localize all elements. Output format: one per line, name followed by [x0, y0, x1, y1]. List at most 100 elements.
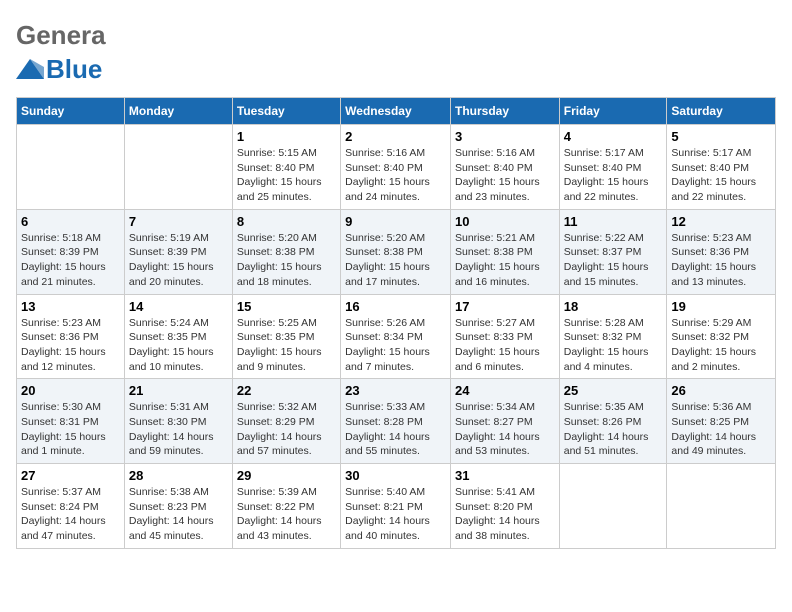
day-info: Sunrise: 5:16 AM Sunset: 8:40 PM Dayligh…: [345, 146, 446, 205]
day-number: 1: [237, 129, 336, 144]
day-info: Sunrise: 5:20 AM Sunset: 8:38 PM Dayligh…: [345, 231, 446, 290]
svg-text:General: General: [16, 20, 106, 50]
calendar-cell: 11 Sunrise: 5:22 AM Sunset: 8:37 PM Dayli…: [559, 209, 667, 294]
calendar-week-2: 6 Sunrise: 5:18 AM Sunset: 8:39 PM Daylig…: [17, 209, 776, 294]
day-number: 7: [129, 214, 228, 229]
calendar-week-3: 13Sunrise: 5:23 AM Sunset: 8:36 PM Dayli…: [17, 294, 776, 379]
day-number: 10: [455, 214, 555, 229]
calendar-cell: 10 Sunrise: 5:21 AM Sunset: 8:38 PM Dayli…: [450, 209, 559, 294]
calendar-cell: 24 Sunrise: 5:34 AM Sunset: 8:27 PM Dayli…: [450, 379, 559, 464]
calendar-cell: 22 Sunrise: 5:32 AM Sunset: 8:29 PM Dayli…: [232, 379, 340, 464]
calendar-cell: 3 Sunrise: 5:16 AM Sunset: 8:40 PM Daylig…: [450, 125, 559, 210]
day-info: Sunrise: 5:16 AM Sunset: 8:40 PM Dayligh…: [455, 146, 555, 205]
day-number: 31: [455, 468, 555, 483]
weekday-header-tuesday: Tuesday: [232, 98, 340, 125]
day-number: 11: [564, 214, 663, 229]
day-number: 3: [455, 129, 555, 144]
calendar-cell: 20 Sunrise: 5:30 AM Sunset: 8:31 PM Dayli…: [17, 379, 125, 464]
day-info: Sunrise: 5:41 AM Sunset: 8:20 PM Dayligh…: [455, 485, 555, 544]
weekday-header-friday: Friday: [559, 98, 667, 125]
calendar-cell: 13Sunrise: 5:23 AM Sunset: 8:36 PM Dayli…: [17, 294, 125, 379]
day-info: Sunrise: 5:24 AM Sunset: 8:35 PM Dayligh…: [129, 316, 228, 375]
day-number: 4: [564, 129, 663, 144]
calendar-cell: 8 Sunrise: 5:20 AM Sunset: 8:38 PM Daylig…: [232, 209, 340, 294]
day-number: 6: [21, 214, 120, 229]
day-info: Sunrise: 5:17 AM Sunset: 8:40 PM Dayligh…: [564, 146, 663, 205]
day-info: Sunrise: 5:27 AM Sunset: 8:33 PM Dayligh…: [455, 316, 555, 375]
day-info: Sunrise: 5:19 AM Sunset: 8:39 PM Dayligh…: [129, 231, 228, 290]
day-number: 21: [129, 383, 228, 398]
day-info: Sunrise: 5:15 AM Sunset: 8:40 PM Dayligh…: [237, 146, 336, 205]
day-info: Sunrise: 5:34 AM Sunset: 8:27 PM Dayligh…: [455, 400, 555, 459]
calendar-cell: 23 Sunrise: 5:33 AM Sunset: 8:28 PM Dayli…: [341, 379, 451, 464]
day-number: 8: [237, 214, 336, 229]
calendar-cell: [124, 125, 232, 210]
calendar-table: SundayMondayTuesdayWednesdayThursdayFrid…: [16, 97, 776, 549]
day-number: 19: [671, 299, 771, 314]
calendar-week-1: 1 Sunrise: 5:15 AM Sunset: 8:40 PM Daylig…: [17, 125, 776, 210]
day-number: 12: [671, 214, 771, 229]
calendar-cell: 21 Sunrise: 5:31 AM Sunset: 8:30 PM Dayli…: [124, 379, 232, 464]
day-number: 18: [564, 299, 663, 314]
day-number: 16: [345, 299, 446, 314]
day-info: Sunrise: 5:30 AM Sunset: 8:31 PM Dayligh…: [21, 400, 120, 459]
calendar-cell: 2Sunrise: 5:16 AM Sunset: 8:40 PM Daylig…: [341, 125, 451, 210]
calendar-cell: 30 Sunrise: 5:40 AM Sunset: 8:21 PM Dayli…: [341, 464, 451, 549]
day-number: 5: [671, 129, 771, 144]
day-info: Sunrise: 5:31 AM Sunset: 8:30 PM Dayligh…: [129, 400, 228, 459]
calendar-cell: 9Sunrise: 5:20 AM Sunset: 8:38 PM Daylig…: [341, 209, 451, 294]
day-info: Sunrise: 5:39 AM Sunset: 8:22 PM Dayligh…: [237, 485, 336, 544]
weekday-header-wednesday: Wednesday: [341, 98, 451, 125]
day-number: 30: [345, 468, 446, 483]
day-info: Sunrise: 5:38 AM Sunset: 8:23 PM Dayligh…: [129, 485, 228, 544]
day-number: 20: [21, 383, 120, 398]
day-info: Sunrise: 5:32 AM Sunset: 8:29 PM Dayligh…: [237, 400, 336, 459]
day-info: Sunrise: 5:37 AM Sunset: 8:24 PM Dayligh…: [21, 485, 120, 544]
day-info: Sunrise: 5:36 AM Sunset: 8:25 PM Dayligh…: [671, 400, 771, 459]
day-info: Sunrise: 5:35 AM Sunset: 8:26 PM Dayligh…: [564, 400, 663, 459]
day-info: Sunrise: 5:26 AM Sunset: 8:34 PM Dayligh…: [345, 316, 446, 375]
day-number: 26: [671, 383, 771, 398]
day-number: 17: [455, 299, 555, 314]
weekday-header-thursday: Thursday: [450, 98, 559, 125]
logo: General Blue: [16, 16, 106, 85]
calendar-cell: 16 Sunrise: 5:26 AM Sunset: 8:34 PM Dayli…: [341, 294, 451, 379]
day-info: Sunrise: 5:18 AM Sunset: 8:39 PM Dayligh…: [21, 231, 120, 290]
day-number: 15: [237, 299, 336, 314]
calendar-cell: 1 Sunrise: 5:15 AM Sunset: 8:40 PM Daylig…: [232, 125, 340, 210]
day-number: 14: [129, 299, 228, 314]
weekday-header-monday: Monday: [124, 98, 232, 125]
calendar-cell: [559, 464, 667, 549]
day-info: Sunrise: 5:33 AM Sunset: 8:28 PM Dayligh…: [345, 400, 446, 459]
day-info: Sunrise: 5:25 AM Sunset: 8:35 PM Dayligh…: [237, 316, 336, 375]
day-number: 29: [237, 468, 336, 483]
weekday-header-saturday: Saturday: [667, 98, 776, 125]
calendar-cell: 31 Sunrise: 5:41 AM Sunset: 8:20 PM Dayli…: [450, 464, 559, 549]
day-info: Sunrise: 5:21 AM Sunset: 8:38 PM Dayligh…: [455, 231, 555, 290]
day-number: 22: [237, 383, 336, 398]
page-header: General Blue: [16, 16, 776, 85]
calendar-cell: [17, 125, 125, 210]
calendar-week-5: 27 Sunrise: 5:37 AM Sunset: 8:24 PM Dayli…: [17, 464, 776, 549]
calendar-cell: 15 Sunrise: 5:25 AM Sunset: 8:35 PM Dayli…: [232, 294, 340, 379]
calendar-cell: [667, 464, 776, 549]
day-info: Sunrise: 5:29 AM Sunset: 8:32 PM Dayligh…: [671, 316, 771, 375]
day-number: 23: [345, 383, 446, 398]
calendar-cell: 28Sunrise: 5:38 AM Sunset: 8:23 PM Dayli…: [124, 464, 232, 549]
day-number: 25: [564, 383, 663, 398]
logo-blue: Blue: [46, 54, 102, 85]
day-number: 24: [455, 383, 555, 398]
calendar-cell: 5Sunrise: 5:17 AM Sunset: 8:40 PM Daylig…: [667, 125, 776, 210]
day-number: 27: [21, 468, 120, 483]
calendar-cell: 27 Sunrise: 5:37 AM Sunset: 8:24 PM Dayli…: [17, 464, 125, 549]
calendar-cell: 7 Sunrise: 5:19 AM Sunset: 8:39 PM Daylig…: [124, 209, 232, 294]
day-info: Sunrise: 5:20 AM Sunset: 8:38 PM Dayligh…: [237, 231, 336, 290]
calendar-week-4: 20 Sunrise: 5:30 AM Sunset: 8:31 PM Dayli…: [17, 379, 776, 464]
calendar-header-row: SundayMondayTuesdayWednesdayThursdayFrid…: [17, 98, 776, 125]
calendar-cell: 25 Sunrise: 5:35 AM Sunset: 8:26 PM Dayli…: [559, 379, 667, 464]
day-info: Sunrise: 5:23 AM Sunset: 8:36 PM Dayligh…: [671, 231, 771, 290]
calendar-cell: 14 Sunrise: 5:24 AM Sunset: 8:35 PM Dayli…: [124, 294, 232, 379]
day-info: Sunrise: 5:22 AM Sunset: 8:37 PM Dayligh…: [564, 231, 663, 290]
day-info: Sunrise: 5:40 AM Sunset: 8:21 PM Dayligh…: [345, 485, 446, 544]
calendar-cell: 18Sunrise: 5:28 AM Sunset: 8:32 PM Dayli…: [559, 294, 667, 379]
